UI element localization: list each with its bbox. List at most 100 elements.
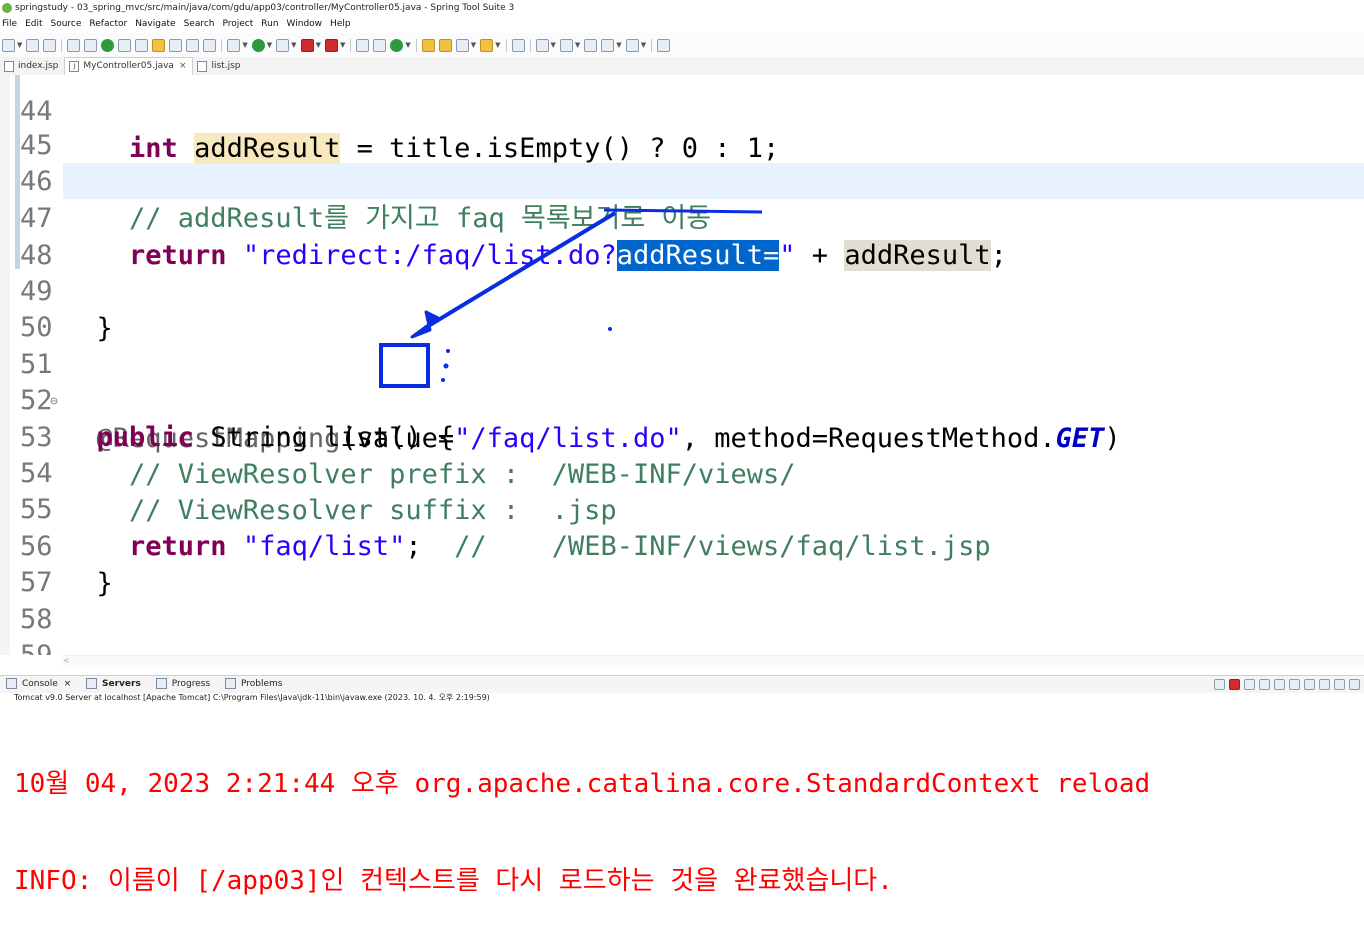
new-class-icon[interactable] (390, 38, 404, 52)
chevron-down-icon[interactable]: ▼ (242, 41, 247, 49)
code-line-49: 49 } (0, 236, 1364, 344)
external-tools-icon[interactable] (324, 38, 338, 52)
menu-window[interactable]: Window (287, 19, 323, 29)
save-icon[interactable] (26, 38, 40, 52)
code-line-51: 51 ⊖ @RequestMapping(value="/faq/list.do… (0, 309, 1364, 454)
last-edit-icon[interactable] (584, 38, 598, 52)
split-editor-icon[interactable] (186, 38, 200, 52)
terminal-icon[interactable] (67, 38, 81, 52)
boot-dashboard-icon[interactable] (101, 38, 115, 52)
tab-list-jsp[interactable]: list.jsp (193, 58, 246, 75)
chevron-down-icon[interactable]: ▼ (551, 41, 556, 49)
previous-annotation-icon[interactable] (559, 38, 573, 52)
close-icon[interactable]: × (64, 679, 72, 689)
code-line-52: 52 public String list() { (0, 345, 1364, 453)
menu-refactor[interactable]: Refactor (89, 19, 127, 29)
save-all-icon[interactable] (43, 38, 57, 52)
debug-icon[interactable] (227, 38, 241, 52)
code-line-59: 59 (0, 600, 1364, 655)
word-wrap-icon[interactable] (1289, 679, 1300, 690)
servers-icon (86, 678, 98, 689)
block-select-icon[interactable] (203, 38, 217, 52)
refresh-icon[interactable] (118, 38, 132, 52)
open-type-icon[interactable] (169, 38, 183, 52)
code-line-56: 56 } (0, 491, 1364, 599)
scroll-lock-icon[interactable] (1274, 679, 1285, 690)
tab-index-jsp[interactable]: index.jsp (0, 58, 64, 75)
chevron-down-icon[interactable]: ▼ (495, 41, 500, 49)
chevron-down-icon[interactable]: ▼ (641, 41, 646, 49)
chevron-down-icon[interactable]: ▼ (405, 41, 410, 49)
toolbar-separator (350, 38, 352, 52)
menu-bar: File Edit Source Refactor Navigate Search Proj… (0, 16, 1364, 33)
tab-progress[interactable]: Progress (153, 678, 210, 689)
globe-icon[interactable] (511, 38, 525, 52)
tab-servers[interactable]: Servers (83, 678, 141, 689)
new-icon[interactable] (2, 38, 15, 52)
tab-label: index.jsp (18, 61, 59, 71)
menu-project[interactable]: Project (222, 19, 253, 29)
horizontal-scrollbar[interactable]: < (63, 655, 1364, 668)
remove-launch-icon[interactable] (1244, 679, 1255, 690)
console-line: INFO: 이름이 [/app03]인 컨텍스트를 다시 로드하는 것을 완료했… (14, 866, 893, 896)
remove-all-icon[interactable] (1259, 679, 1270, 690)
code-editor[interactable]: 44 int addResult = title.isEmpty() ? 0 :… (0, 75, 1364, 655)
open-perspective-icon[interactable] (657, 38, 671, 52)
back-icon[interactable] (601, 38, 615, 52)
run-icon[interactable] (251, 38, 265, 52)
chevron-down-icon[interactable]: ▼ (291, 41, 296, 49)
code-line-57: 57 (0, 527, 1364, 598)
stop-icon[interactable] (300, 38, 314, 52)
menu-edit[interactable]: Edit (25, 19, 42, 29)
menu-run[interactable]: Run (261, 19, 278, 29)
menu-search[interactable]: Search (184, 19, 215, 29)
display-console-icon[interactable] (1319, 679, 1330, 690)
pencil-icon[interactable] (455, 38, 469, 52)
chevron-down-icon[interactable]: ▼ (17, 41, 22, 49)
pin-icon[interactable] (135, 38, 149, 52)
chevron-down-icon[interactable]: ▼ (340, 41, 345, 49)
link-icon[interactable] (1214, 679, 1225, 690)
code-line-47: 47 return "redirect:/faq/list.do?addResu… (0, 163, 1364, 271)
next-annotation-icon[interactable] (535, 38, 549, 52)
tab-problems[interactable]: Problems (222, 678, 282, 689)
new-package-icon[interactable] (373, 38, 387, 52)
editor-tabs: index.jsp J MyController05.java × list.j… (0, 57, 1364, 76)
main-toolbar: ▼ ▼ ▼ ▼ ▼ ▼ ▼ ▼ ▼ ▼ ▼ ▼ ▼ (0, 33, 1364, 57)
search-folder-icon[interactable] (480, 38, 494, 52)
toggle-mark-icon[interactable] (84, 38, 98, 52)
forward-icon[interactable] (625, 38, 639, 52)
code-line-58: 58 (0, 564, 1364, 635)
chevron-down-icon[interactable]: ▼ (616, 41, 621, 49)
menu-source[interactable]: Source (51, 19, 82, 29)
console-description: Tomcat v9.0 Server at localhost [Apache … (14, 693, 490, 702)
console-line: 10월 04, 2023 2:21:44 오후 org.apache.catal… (14, 769, 1151, 799)
pin-console-icon[interactable] (1304, 679, 1315, 690)
open-console-icon[interactable] (1334, 679, 1345, 690)
toolbar-separator (529, 38, 531, 52)
chevron-down-icon[interactable]: ▼ (267, 41, 272, 49)
toolbar-separator (221, 38, 223, 52)
coverage-icon[interactable] (276, 38, 290, 52)
code-line-53: 53 // ViewResolver prefix : /WEB-INF/vie… (0, 382, 1364, 490)
tab-console[interactable]: Console × (3, 678, 72, 689)
close-icon[interactable]: × (179, 58, 187, 75)
console-icon (6, 678, 17, 689)
console-output[interactable]: 10월 04, 2023 2:21:44 오후 org.apache.catal… (14, 706, 1150, 930)
terminate-icon[interactable] (1229, 679, 1240, 690)
chevron-down-icon[interactable]: ▼ (471, 41, 476, 49)
code-line-45: 45 (0, 90, 1364, 161)
open-task-icon[interactable] (438, 38, 452, 52)
title-bar: springstudy - 03_spring_mvc/src/main/jav… (0, 0, 1364, 16)
maximize-icon[interactable] (1349, 679, 1360, 690)
chevron-down-icon[interactable]: ▼ (316, 41, 321, 49)
menu-navigate[interactable]: Navigate (135, 19, 175, 29)
tab-mycontroller05-java[interactable]: J MyController05.java × (64, 57, 194, 75)
chevron-down-icon[interactable]: ▼ (575, 41, 580, 49)
menu-help[interactable]: Help (330, 19, 351, 29)
highlight-icon[interactable] (152, 38, 166, 52)
new-java-project-icon[interactable] (356, 38, 370, 52)
console-tab-bar: Console × Servers Progress Problems (0, 675, 1364, 693)
menu-file[interactable]: File (2, 19, 17, 29)
open-folder-icon[interactable] (421, 38, 435, 52)
